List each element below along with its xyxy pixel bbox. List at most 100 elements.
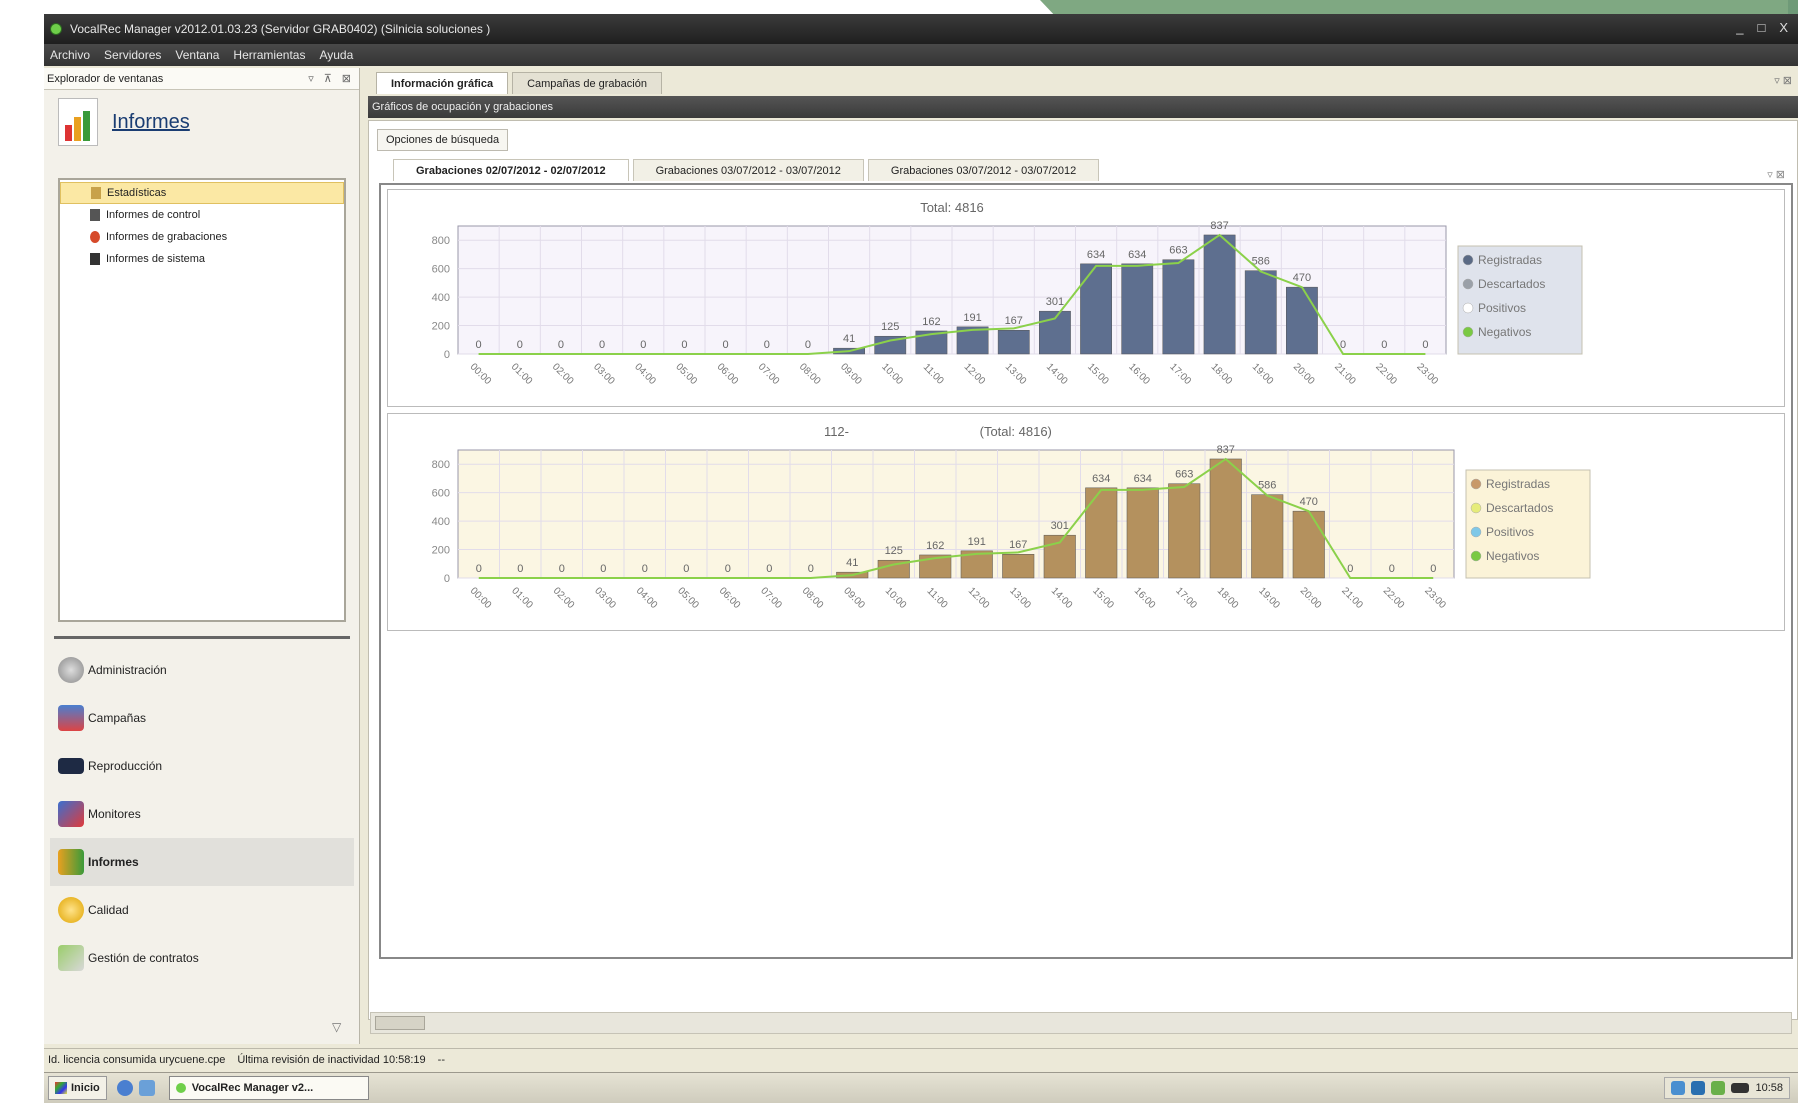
system-tray: 10:58	[1664, 1077, 1790, 1099]
dropdown-icon[interactable]: ▿	[308, 72, 314, 85]
tab-grabaciones-1[interactable]: Grabaciones 02/07/2012 - 02/07/2012	[393, 159, 629, 181]
data-label: 0	[683, 563, 689, 575]
window-title: VocalRec Manager v2012.01.03.23 (Servido…	[70, 22, 491, 36]
pin-icon[interactable]: ⊼	[324, 72, 332, 85]
nav-reproduccion[interactable]: Reproducción	[50, 742, 354, 790]
section-header: Informes	[44, 90, 359, 154]
tree-item-informes-grabaciones[interactable]: Informes de grabaciones	[60, 226, 344, 248]
x-tick-label: 03:00	[591, 361, 617, 387]
taskbar: Inicio VocalRec Manager v2... 10:58	[44, 1072, 1798, 1103]
data-label: 0	[517, 563, 523, 575]
legend-marker	[1462, 254, 1474, 266]
data-label: 634	[1134, 473, 1152, 485]
y-tick-label: 0	[444, 573, 450, 585]
x-tick-label: 16:00	[1132, 585, 1158, 611]
x-tick-label: 22:00	[1381, 585, 1407, 611]
gear-icon	[58, 657, 84, 683]
start-button[interactable]: Inicio	[48, 1076, 107, 1100]
chevron-down-icon[interactable]: ▽	[332, 1020, 341, 1034]
explorer-title: Explorador de ventanas	[47, 72, 164, 85]
tree-item-informes-control[interactable]: Informes de control	[60, 204, 344, 226]
data-label: 191	[963, 312, 981, 324]
tab-informacion-grafica[interactable]: Información gráfica	[376, 72, 509, 94]
data-label: 0	[1389, 563, 1395, 575]
search-options-button[interactable]: Opciones de búsqueda	[377, 129, 509, 151]
nav-administracion[interactable]: Administración	[50, 646, 354, 694]
bar	[1162, 259, 1195, 355]
x-tick-label: 18:00	[1209, 361, 1235, 387]
close-pane-icon[interactable]: ⊠	[342, 72, 351, 85]
menu-servidores[interactable]: Servidores	[104, 48, 161, 62]
legend-label: Descartados	[1486, 501, 1553, 515]
x-tick-label: 19:00	[1256, 585, 1282, 611]
tree-item-estadisticas[interactable]: Estadísticas	[60, 182, 344, 204]
reports-tree: Estadísticas Informes de control Informe…	[58, 178, 346, 622]
taskbar-app-button[interactable]: VocalRec Manager v2...	[168, 1076, 369, 1100]
menu-ayuda[interactable]: Ayuda	[319, 48, 353, 62]
network-icon[interactable]	[1671, 1081, 1686, 1095]
x-tick-label: 05:00	[675, 585, 701, 611]
tab-grabaciones-3[interactable]: Grabaciones 03/07/2012 - 03/07/2012	[867, 159, 1100, 181]
x-tick-label: 08:00	[800, 585, 826, 611]
menu-archivo[interactable]: Archivo	[50, 48, 90, 62]
tab-controls-icon[interactable]: ▿ ⊠	[1774, 74, 1792, 87]
data-label: 167	[1005, 315, 1023, 327]
y-tick-label: 200	[432, 545, 450, 557]
nav-monitores[interactable]: Monitores	[50, 790, 354, 838]
nav-calidad[interactable]: Calidad	[50, 886, 354, 934]
app-icon	[175, 1083, 186, 1093]
x-tick-label: 06:00	[715, 361, 741, 387]
x-tick-label: 21:00	[1339, 585, 1365, 611]
data-label: 301	[1051, 520, 1069, 532]
close-button[interactable]: X	[1779, 20, 1788, 35]
window-explorer: Explorador de ventanas ▿ ⊼ ⊠ Informes Es…	[44, 68, 360, 1044]
data-label: 167	[1009, 539, 1027, 551]
data-label: 162	[926, 540, 944, 552]
x-tick-label: 01:00	[509, 361, 535, 387]
nav-campanas[interactable]: Campañas	[50, 694, 354, 742]
tab-campanas-grabacion[interactable]: Campañas de grabación	[512, 72, 662, 94]
nav-label: Administración	[88, 663, 167, 677]
data-label: 634	[1087, 249, 1105, 261]
inactivity-status: Última revisión de inactividad 10:58:19	[237, 1053, 426, 1066]
x-tick-label: 20:00	[1291, 361, 1317, 387]
data-label: 0	[640, 339, 646, 351]
subtab-controls-icon[interactable]: ▿ ⊠	[1767, 168, 1789, 181]
security-icon[interactable]	[1711, 1081, 1726, 1095]
panel-body: Opciones de búsqueda Grabaciones 02/07/2…	[368, 120, 1798, 1020]
clock: 10:58	[1755, 1082, 1783, 1094]
data-label: 0	[600, 563, 606, 575]
tree-item-label: Informes de control	[106, 209, 201, 221]
chart-svg: 0200400600800000:00001:00002:00003:00004…	[432, 424, 1591, 611]
horizontal-scrollbar[interactable]	[370, 1012, 1792, 1034]
main-content: Información gráfica Campañas de grabació…	[364, 68, 1798, 1044]
menu-ventana[interactable]: Ventana	[175, 48, 219, 62]
x-tick-label: 15:00	[1090, 585, 1116, 611]
minimize-button[interactable]: _	[1736, 20, 1743, 35]
scrollbar-thumb[interactable]	[375, 1016, 425, 1030]
y-tick-label: 400	[432, 516, 450, 528]
x-tick-label: 10:00	[879, 361, 905, 387]
x-tick-label: 14:00	[1049, 585, 1075, 611]
menu-herramientas[interactable]: Herramientas	[233, 48, 305, 62]
nav-label: Gestión de contratos	[88, 951, 199, 965]
folder-icon[interactable]	[138, 1080, 155, 1096]
app-window: VocalRec Manager v2012.01.03.23 (Servido…	[44, 14, 1798, 1103]
nav-informes[interactable]: Informes	[50, 838, 354, 886]
browser-icon[interactable]	[116, 1080, 133, 1096]
tree-item-label: Informes de sistema	[106, 253, 206, 265]
maximize-button[interactable]: □	[1757, 20, 1765, 35]
tab-grabaciones-2[interactable]: Grabaciones 03/07/2012 - 03/07/2012	[632, 159, 864, 181]
x-tick-label: 09:00	[838, 361, 864, 387]
legend-marker	[1462, 326, 1474, 338]
nav-gestion-contratos[interactable]: Gestión de contratos	[50, 934, 354, 982]
battery-icon[interactable]	[1731, 1083, 1750, 1093]
x-tick-label: 13:00	[1003, 361, 1029, 387]
tree-item-informes-sistema[interactable]: Informes de sistema	[60, 248, 344, 270]
taskbar-app-label: VocalRec Manager v2...	[191, 1082, 314, 1094]
bar	[1085, 487, 1118, 579]
x-tick-label: 02:00	[551, 585, 577, 611]
pane-splitter[interactable]	[54, 636, 350, 639]
network-icon[interactable]	[1691, 1081, 1706, 1095]
legend-marker	[1462, 278, 1474, 290]
